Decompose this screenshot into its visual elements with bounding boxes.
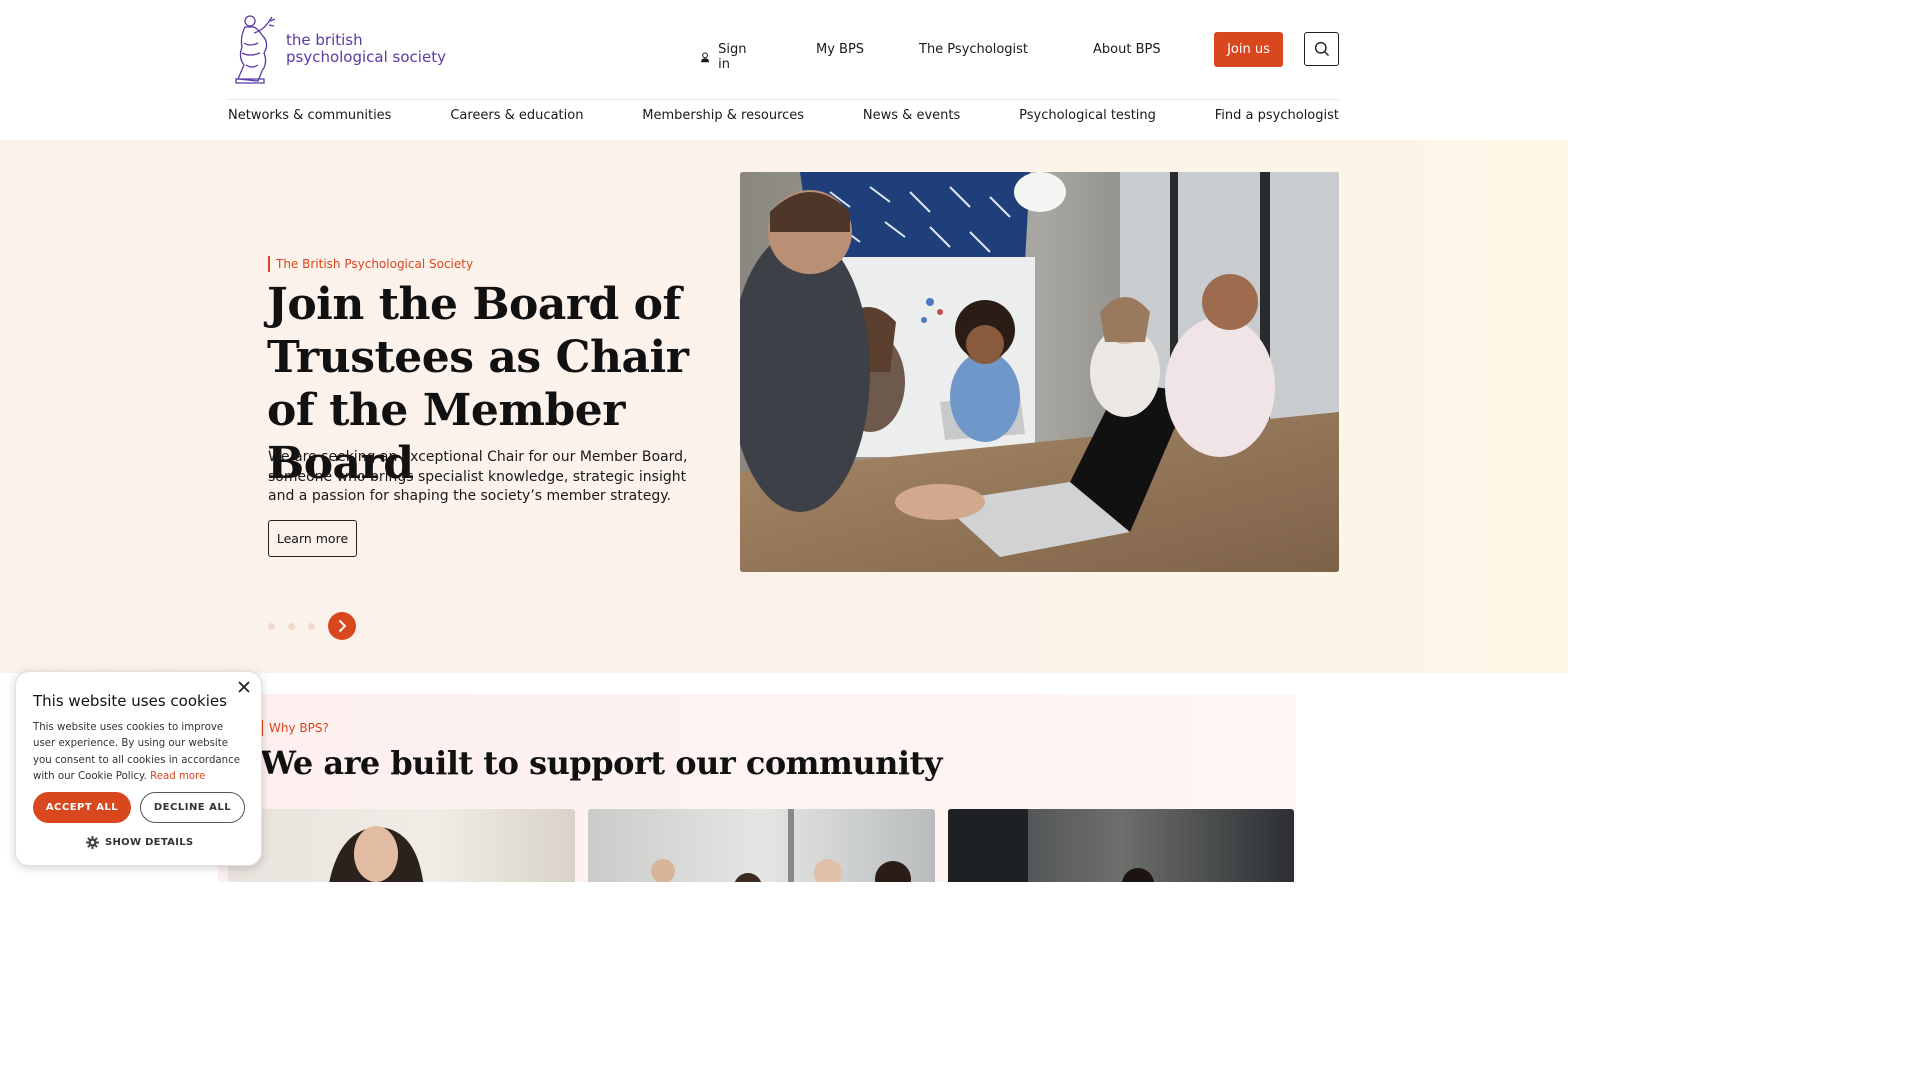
hero-description: We are seeking an exceptional Chair for …: [268, 449, 688, 504]
site-header: the british psychological society Sign i…: [0, 0, 1568, 140]
hero-eyebrow: The British Psychological Society: [268, 256, 473, 272]
chevron-right-icon: [338, 619, 347, 633]
accept-all-button[interactable]: ACCEPT ALL: [33, 792, 131, 823]
feature-card-image[interactable]: [588, 809, 935, 882]
feature-card-image[interactable]: [948, 809, 1294, 882]
show-details-label: SHOW DETAILS: [105, 837, 194, 848]
card-photo: [948, 809, 1154, 882]
page: the british psychological society Sign i…: [0, 0, 1568, 882]
cookie-text: This website uses cookies to improve use…: [33, 720, 247, 785]
sign-in-label: Sign in: [718, 42, 747, 72]
main-nav: Networks & communities Careers & educati…: [228, 108, 1339, 130]
read-more-link[interactable]: Read more: [150, 771, 205, 782]
nav-psychological-testing[interactable]: Psychological testing: [1019, 108, 1156, 130]
show-details-button[interactable]: SHOW DETAILS: [86, 836, 193, 849]
search-button[interactable]: [1304, 32, 1339, 66]
carousel-next-button[interactable]: [328, 612, 356, 640]
logo-wordmark: the british psychological society: [286, 32, 446, 66]
my-bps-link[interactable]: My BPS: [816, 42, 864, 57]
user-icon: [701, 51, 710, 62]
meeting-photo: [740, 172, 1339, 572]
cookie-body: This website uses cookies to improve use…: [33, 722, 240, 782]
nav-membership-resources[interactable]: Membership & resources: [642, 108, 804, 130]
cookie-title: This website uses cookies: [33, 692, 227, 710]
decline-all-button[interactable]: DECLINE ALL: [140, 792, 245, 823]
about-bps-link[interactable]: About BPS: [1093, 42, 1161, 57]
feature-card-image[interactable]: [228, 809, 575, 882]
bps-logo[interactable]: the british psychological society: [228, 12, 448, 86]
why-title: We are built to support our community: [260, 744, 942, 782]
nav-networks-communities[interactable]: Networks & communities: [228, 108, 391, 130]
why-bps-section: Why BPS? We are built to support our com…: [218, 694, 1296, 882]
learn-more-button[interactable]: Learn more: [268, 520, 357, 557]
logo-figure-icon: [235, 15, 276, 84]
the-psychologist-link[interactable]: The Psychologist: [919, 42, 1028, 57]
gear-icon: [86, 836, 99, 849]
nav-find-psychologist[interactable]: Find a psychologist: [1215, 108, 1339, 130]
carousel-dot[interactable]: [268, 622, 275, 630]
carousel-dot[interactable]: [288, 622, 295, 630]
hero-image-meeting: [740, 172, 1339, 572]
nav-news-events[interactable]: News & events: [863, 108, 960, 130]
join-us-button[interactable]: Join us: [1214, 32, 1283, 67]
hero-carousel: The British Psychological Society Join t…: [0, 140, 1568, 673]
nav-careers-education[interactable]: Careers & education: [450, 108, 583, 130]
close-icon[interactable]: [237, 680, 251, 694]
logo-line2: psychological society: [286, 48, 446, 66]
cookie-consent-dialog: This website uses cookies This website u…: [15, 671, 262, 866]
sign-in-link[interactable]: Sign in: [700, 42, 750, 72]
search-icon: [1314, 41, 1329, 57]
header-divider: [228, 99, 1339, 100]
card-photo: [329, 826, 424, 882]
carousel-controls: [268, 612, 356, 640]
why-eyebrow: Why BPS?: [261, 720, 329, 736]
carousel-dot[interactable]: [308, 622, 315, 630]
logo-line1: the british: [286, 31, 363, 49]
card-photo: [651, 809, 911, 882]
